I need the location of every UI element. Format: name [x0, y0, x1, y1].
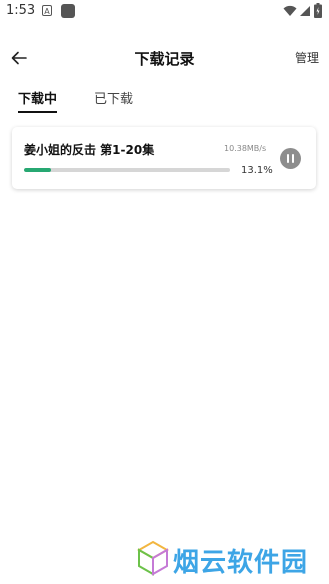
download-item-card[interactable]: 姜小姐的反击 第1-20集 10.38MB/s 13.1% — [12, 127, 316, 189]
download-progress-bar — [24, 168, 230, 172]
download-records-screen: 1:53 A 下载记录 管理 下载中 已下载 姜小姐的反击 第1-20集 10.… — [0, 0, 329, 584]
tab-downloaded[interactable]: 已下载 — [94, 88, 133, 111]
wifi-icon — [283, 5, 297, 16]
tab-bar: 下载中 已下载 — [0, 86, 329, 113]
download-progress-fill — [24, 168, 51, 172]
battery-icon — [314, 3, 322, 18]
signal-icon — [300, 6, 310, 16]
download-speed: 10.38MB/s — [224, 144, 267, 153]
pause-icon — [287, 154, 289, 163]
notification-a-icon: A — [42, 5, 52, 16]
watermark: 烟云软件园 — [137, 540, 317, 580]
status-bar: 1:53 A — [0, 0, 329, 24]
status-time: 1:53 — [6, 3, 36, 18]
watermark-cube-logo-icon — [137, 540, 169, 576]
notification-app-icon — [61, 4, 75, 18]
download-progress-percent: 13.1% — [241, 165, 273, 176]
header: 下载记录 管理 — [0, 40, 329, 76]
page-title: 下载记录 — [134, 50, 195, 68]
manage-button[interactable]: 管理 — [295, 49, 319, 66]
pause-button[interactable] — [280, 148, 301, 169]
pause-icon-bar — [292, 154, 294, 163]
tab-downloading[interactable]: 下载中 — [18, 88, 58, 113]
download-item-title: 姜小姐的反击 第1-20集 — [24, 143, 155, 157]
watermark-text: 烟云软件园 — [173, 548, 309, 578]
